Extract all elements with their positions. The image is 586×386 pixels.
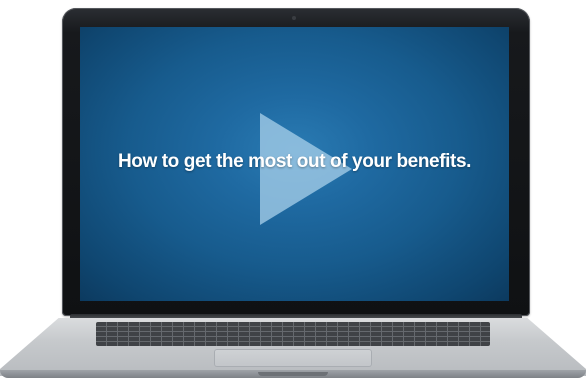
video-title: How to get the most out of your benefits… bbox=[117, 151, 472, 172]
webcam-icon bbox=[292, 16, 296, 20]
trackpad bbox=[214, 349, 372, 367]
lid-opening-notch bbox=[258, 372, 328, 376]
keyboard bbox=[96, 322, 490, 346]
video-player[interactable]: How to get the most out of your benefits… bbox=[80, 27, 509, 301]
